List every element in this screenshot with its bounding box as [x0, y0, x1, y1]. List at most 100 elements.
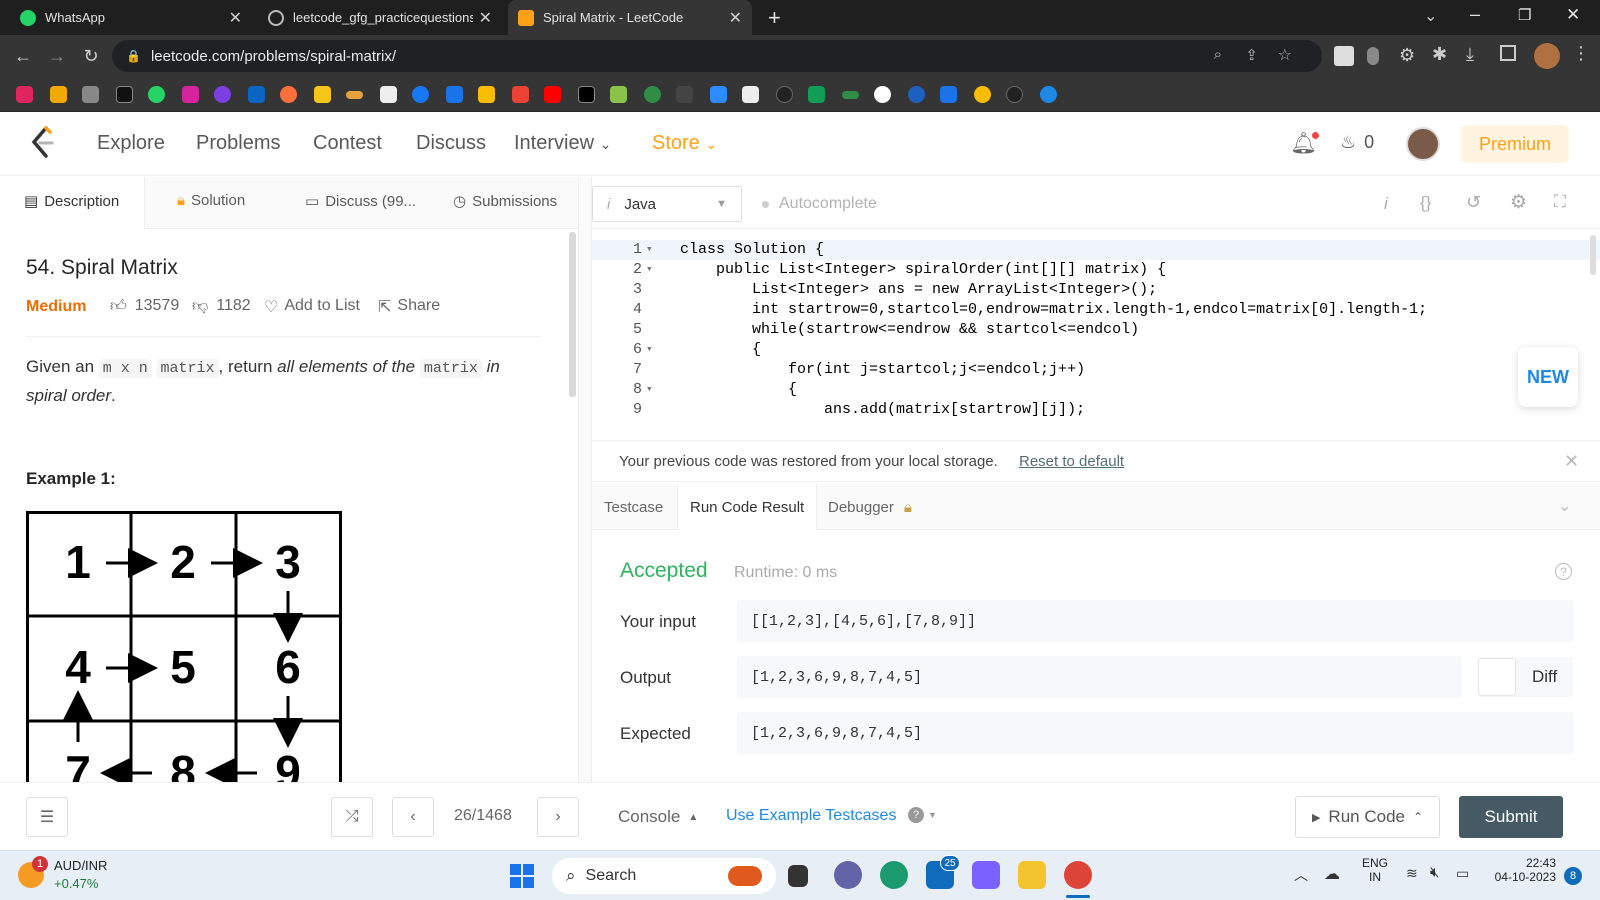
panel-resizer[interactable] — [578, 177, 592, 782]
close-icon[interactable]: ✕ — [729, 8, 742, 28]
language-indicator[interactable]: ENG IN — [1362, 856, 1388, 884]
extension-icon[interactable] — [1367, 47, 1379, 65]
dislike-button[interactable]: 👎︎ 1182 — [192, 297, 251, 316]
tab-testcase[interactable]: Testcase — [592, 484, 675, 530]
bookmark-icon[interactable] — [280, 86, 297, 103]
linkedin-bookmark-icon[interactable] — [248, 86, 265, 103]
download-icon[interactable]: ⤓ — [1466, 44, 1474, 65]
puzzle-icon[interactable]: ✱ — [1432, 44, 1447, 65]
tab-discuss[interactable]: ▭ Discuss (99... — [305, 192, 416, 211]
drive-bookmark-icon[interactable] — [974, 86, 991, 103]
battery-icon[interactable]: ▭ — [1456, 865, 1469, 882]
problem-list-icon[interactable]: ☰ — [26, 797, 68, 837]
bookmark-icon[interactable] — [610, 86, 627, 103]
bookmark-icon[interactable] — [842, 91, 859, 99]
browser-tab-leetcode[interactable]: Spiral Matrix - LeetCode ✕ — [508, 0, 752, 35]
bookmark-icon[interactable] — [82, 86, 99, 103]
whatsapp-bookmark-icon[interactable] — [148, 86, 165, 103]
use-example-testcases-link[interactable]: Use Example Testcases — [726, 807, 896, 825]
share-page-icon[interactable]: ⇪ — [1245, 46, 1258, 64]
console-toggle[interactable]: Console ▲ — [618, 807, 698, 829]
fold-toggle-icon[interactable]: ▾ — [646, 240, 653, 260]
taskbar-search[interactable]: ⌕ Search — [552, 858, 776, 894]
bookmark-icon[interactable] — [214, 86, 231, 103]
fold-toggle-icon[interactable]: ▾ — [646, 380, 653, 400]
format-braces-icon[interactable]: {} — [1420, 193, 1431, 213]
diff-toggle[interactable]: Diff — [1478, 657, 1573, 697]
teams-icon[interactable] — [834, 861, 862, 889]
extension-icon[interactable] — [1334, 46, 1354, 66]
task-view-icon[interactable] — [788, 865, 808, 887]
window-close-icon[interactable]: ✕ — [1566, 5, 1580, 25]
bookmark-icon[interactable] — [478, 86, 495, 103]
chevron-up-icon[interactable]: ︿ — [1294, 865, 1308, 885]
nav-contest[interactable]: Contest — [313, 132, 382, 155]
shuffle-icon[interactable]: ⤮ — [331, 797, 373, 837]
reload-icon[interactable]: ↻ — [78, 43, 104, 69]
reset-icon[interactable]: ↺ — [1466, 192, 1481, 213]
bookmark-icon[interactable] — [874, 86, 891, 103]
browser-tab-whatsapp[interactable]: WhatsApp ✕ — [10, 0, 252, 35]
help-dropdown[interactable]: ? ▼ — [908, 807, 937, 823]
leetcode-logo-icon[interactable] — [30, 126, 56, 160]
bookmark-icon[interactable] — [1006, 86, 1023, 103]
like-button[interactable]: 👍︎ 13579 — [110, 297, 179, 316]
bookmark-icon[interactable] — [940, 86, 957, 103]
menu-icon[interactable]: ⋮ — [1572, 43, 1590, 64]
fold-toggle-icon[interactable]: ▾ — [646, 260, 653, 280]
premium-button[interactable]: Premium — [1461, 125, 1569, 163]
power-bookmark-icon[interactable] — [1040, 86, 1057, 103]
nav-interview[interactable]: Interview ⌄ — [514, 132, 611, 155]
bookmark-icon[interactable] — [908, 86, 925, 103]
previous-problem-button[interactable]: ‹ — [392, 797, 434, 837]
run-code-button[interactable]: ▶ Run Code ⌃ — [1295, 796, 1440, 838]
tab-debugger[interactable]: Debugger 🔒︎ — [816, 484, 924, 530]
bookmark-icon[interactable] — [16, 86, 33, 103]
zoom-icon[interactable]: ⌕ — [1214, 46, 1222, 63]
tab-run-code-result[interactable]: Run Code Result — [677, 484, 818, 530]
zoom-bookmark-icon[interactable] — [710, 86, 727, 103]
new-feature-badge[interactable]: NEW — [1518, 347, 1578, 407]
close-icon[interactable]: ✕ — [1564, 451, 1579, 472]
ticker-name[interactable]: AUD/INR — [54, 858, 107, 873]
minimize-icon[interactable]: – — [1470, 4, 1480, 25]
tab-description[interactable]: ▤ Description — [24, 192, 119, 211]
share-button[interactable]: ⇱ Share — [378, 297, 440, 317]
nav-explore[interactable]: Explore — [97, 132, 165, 155]
gmail-bookmark-icon[interactable] — [512, 86, 529, 103]
instagram-bookmark-icon[interactable] — [182, 86, 199, 103]
new-tab-icon[interactable]: + — [768, 5, 781, 31]
autocomplete-toggle[interactable]: Autocomplete — [762, 195, 877, 213]
user-avatar[interactable] — [1406, 127, 1440, 161]
add-to-list-button[interactable]: ♡ Add to List — [264, 297, 360, 317]
bookmark-icon[interactable] — [50, 86, 67, 103]
onedrive-icon[interactable]: ☁ — [1324, 864, 1340, 884]
github-bookmark-icon[interactable] — [776, 86, 793, 103]
streak-counter[interactable]: ♨ 0 — [1340, 132, 1374, 153]
bookmark-icon[interactable] — [116, 86, 133, 103]
volume-muted-icon[interactable]: 🔇︎ — [1430, 864, 1439, 881]
notification-count[interactable]: 8 — [1564, 867, 1582, 885]
tab-search-icon[interactable]: ⌄ — [1424, 6, 1437, 26]
bookmark-icon[interactable] — [808, 86, 825, 103]
bookmark-icon[interactable] — [742, 86, 759, 103]
editor-scrollbar[interactable] — [1590, 235, 1596, 275]
profile-avatar[interactable] — [1534, 43, 1560, 69]
bookmark-icon[interactable] — [676, 86, 693, 103]
language-select[interactable]: i Java ▼ — [592, 186, 742, 222]
nav-store[interactable]: Store ⌄ — [652, 132, 717, 155]
bookmark-icon[interactable] — [412, 86, 429, 103]
browser-tab-github[interactable]: leetcode_gfg_practicequestions/ ✕ — [258, 0, 502, 35]
reset-to-default-link[interactable]: Reset to default — [1019, 453, 1124, 470]
bookmark-icon[interactable] — [314, 86, 331, 103]
fullscreen-icon[interactable]: ⛶ — [1554, 192, 1566, 212]
settings-extension-icon[interactable]: ⚙ — [1399, 45, 1415, 66]
bookmark-icon[interactable] — [380, 86, 397, 103]
nav-discuss[interactable]: Discuss — [416, 132, 486, 155]
bookmark-icon[interactable] — [346, 91, 363, 99]
youtube-bookmark-icon[interactable] — [544, 86, 561, 103]
address-bar[interactable]: 🔒 leetcode.com/problems/spiral-matrix/ ⌕… — [112, 40, 1322, 72]
nav-problems[interactable]: Problems — [196, 132, 280, 155]
tab-solution[interactable]: 🔒︎ Solution — [177, 192, 245, 209]
bookmark-star-icon[interactable]: ☆ — [1278, 45, 1292, 65]
